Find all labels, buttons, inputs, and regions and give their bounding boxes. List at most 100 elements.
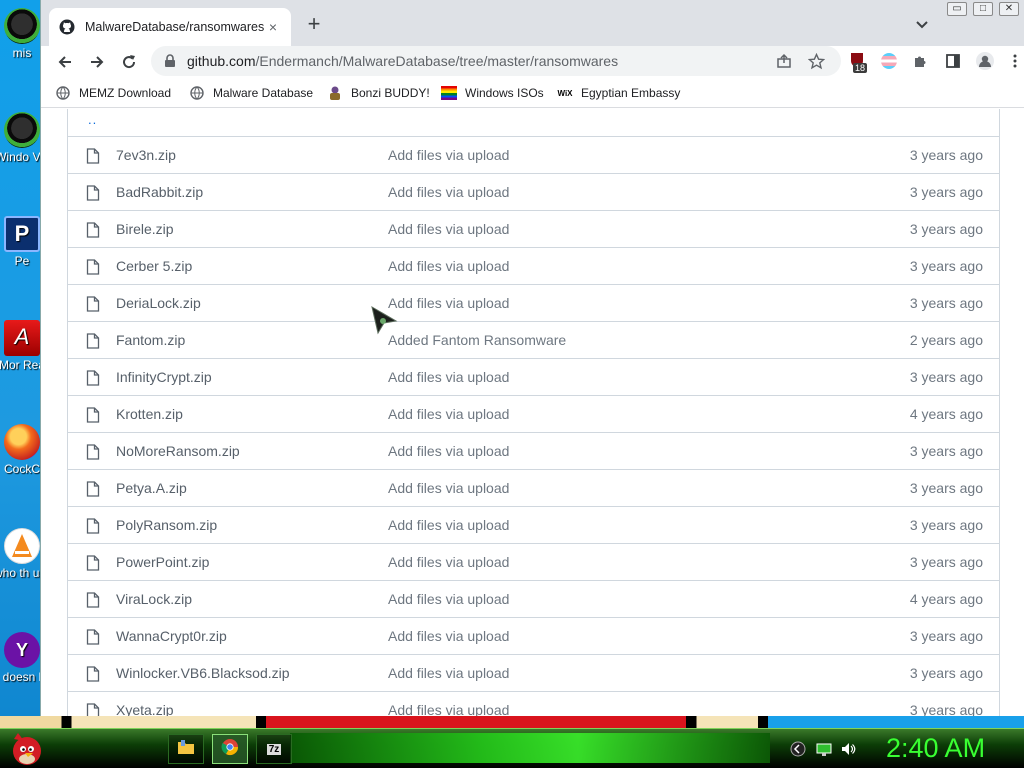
commit-age: 3 years ago — [909, 221, 983, 237]
file-name-link[interactable]: DeriaLock.zip — [116, 295, 201, 311]
commit-message-link[interactable]: Add files via upload — [388, 443, 509, 459]
file-icon — [86, 259, 100, 275]
desktop-icon-4[interactable]: A Mor Rea — [0, 320, 45, 372]
network-icon[interactable] — [816, 741, 832, 757]
desktop-icon-2[interactable]: Windo Vis — [0, 112, 49, 164]
menu-kebab-icon[interactable] — [1005, 51, 1024, 71]
new-tab-button[interactable]: + — [303, 13, 325, 36]
side-panel-icon[interactable] — [943, 51, 963, 71]
mouse-cursor-icon — [370, 305, 400, 335]
taskbar-explorer-button[interactable] — [168, 734, 204, 764]
bookmark-egyptian-embassy[interactable]: WiX Egyptian Embassy — [557, 84, 680, 102]
file-name-link[interactable]: Cerber 5.zip — [116, 258, 192, 274]
extensions-puzzle-icon[interactable] — [911, 51, 931, 71]
tab-strip: MalwareDatabase/ransomwares × + ▭ □ ✕ — [41, 0, 1024, 46]
firefox-icon — [4, 424, 40, 460]
tray-arrows-icon[interactable] — [790, 741, 806, 757]
desktop-icon-1[interactable]: mis — [0, 8, 44, 60]
file-row[interactable]: InfinityCrypt.zip Add files via upload 3 y… — [68, 359, 999, 396]
tab-search-chevron-icon[interactable] — [913, 16, 931, 34]
commit-message-link[interactable]: Add files via upload — [388, 184, 509, 200]
bookmark-bonzi-buddy[interactable]: Bonzi BUDDY! — [327, 84, 430, 102]
commit-message-link[interactable]: Add files via upload — [388, 221, 509, 237]
reload-button[interactable] — [117, 50, 141, 74]
commit-message-link[interactable]: Added Fantom Ransomware — [388, 332, 566, 348]
taskbar-7zip-button[interactable]: 7z — [256, 734, 292, 764]
bookmark-star-icon[interactable] — [807, 52, 825, 70]
file-row[interactable]: PowerPoint.zip Add files via upload 3 year… — [68, 544, 999, 581]
file-name-link[interactable]: Fantom.zip — [116, 332, 185, 348]
commit-message-link[interactable]: Add files via upload — [388, 258, 509, 274]
desktop-icon-7[interactable]: Y doesn l — [0, 632, 44, 684]
bookmark-memz-download[interactable]: MEMZ Download — [55, 84, 171, 102]
bookmark-malware-database[interactable]: Malware Database — [189, 84, 313, 102]
bookmarks-bar: MEMZ Download Malware Database Bonzi BUD… — [41, 78, 1024, 108]
commit-age: 3 years ago — [909, 295, 983, 311]
file-name-link[interactable]: Xyeta.zip — [116, 702, 174, 716]
tab-malware-database[interactable]: MalwareDatabase/ransomwares × — [49, 8, 291, 46]
tab-close-icon[interactable]: × — [265, 19, 281, 35]
file-name-link[interactable]: WannaCrypt0r.zip — [116, 628, 227, 644]
file-name-link[interactable]: Birele.zip — [116, 221, 174, 237]
share-icon[interactable] — [775, 52, 793, 70]
file-name-link[interactable]: ViraLock.zip — [116, 591, 192, 607]
file-icon — [86, 222, 100, 238]
commit-message-link[interactable]: Add files via upload — [388, 554, 509, 570]
file-row[interactable]: Winlocker.VB6.Blacksod.zip Add files via … — [68, 655, 999, 692]
desktop-icon-6[interactable]: who th uses — [0, 528, 50, 580]
file-row[interactable]: DeriaLock.zip Add files via upload 3 years… — [68, 285, 999, 322]
bonzi-icon — [327, 85, 343, 101]
bookmark-windows-isos[interactable]: Windows ISOs — [441, 84, 544, 102]
profile-avatar-icon[interactable] — [975, 51, 995, 71]
file-name-link[interactable]: InfinityCrypt.zip — [116, 369, 212, 385]
file-row[interactable]: BadRabbit.zip Add files via upload 3 years… — [68, 174, 999, 211]
file-row[interactable]: PolyRansom.zip Add files via upload 3 year… — [68, 507, 999, 544]
commit-message-link[interactable]: Add files via upload — [388, 369, 509, 385]
taskbar-chrome-button[interactable] — [212, 734, 248, 764]
parent-directory-link[interactable]: .. — [68, 109, 999, 137]
lock-icon[interactable] — [163, 54, 177, 68]
desktop-icon-5[interactable]: CockC — [0, 424, 44, 476]
volume-icon[interactable] — [840, 741, 856, 757]
commit-message-link[interactable]: Add files via upload — [388, 665, 509, 681]
file-name-link[interactable]: Petya.A.zip — [116, 480, 187, 496]
file-name-link[interactable]: Winlocker.VB6.Blacksod.zip — [116, 665, 290, 681]
file-row[interactable]: Xyeta.zip Add files via upload 3 years ago — [68, 692, 999, 716]
file-row[interactable]: Krotten.zip Add files via upload 4 years a… — [68, 396, 999, 433]
file-row[interactable]: ViraLock.zip Add files via upload 4 years … — [68, 581, 999, 618]
file-name-link[interactable]: BadRabbit.zip — [116, 184, 203, 200]
file-name-link[interactable]: PowerPoint.zip — [116, 554, 209, 570]
commit-message-link[interactable]: Add files via upload — [388, 702, 509, 716]
commit-message-link[interactable]: Add files via upload — [388, 517, 509, 533]
file-row[interactable]: Cerber 5.zip Add files via upload 3 years … — [68, 248, 999, 285]
pride-extension-icon[interactable] — [879, 51, 899, 71]
commit-message-link[interactable]: Add files via upload — [388, 406, 509, 422]
address-bar[interactable]: github.com/Endermanch/MalwareDatabase/tr… — [151, 46, 841, 76]
forward-button[interactable] — [85, 50, 109, 74]
desktop-icon-3[interactable]: P Pe — [0, 216, 44, 268]
commit-message-link[interactable]: Add files via upload — [388, 295, 509, 311]
file-row[interactable]: 7ev3n.zip Add files via upload 3 years ago — [68, 137, 999, 174]
commit-message-link[interactable]: Add files via upload — [388, 591, 509, 607]
file-row[interactable]: NoMoreRansom.zip Add files via upload 3 ye… — [68, 433, 999, 470]
extension-shield-icon[interactable]: 18 — [849, 51, 869, 73]
commit-message-link[interactable]: Add files via upload — [388, 628, 509, 644]
file-name-link[interactable]: PolyRansom.zip — [116, 517, 217, 533]
taskbar-clock[interactable]: 2:40 AM — [886, 733, 985, 764]
file-icon — [86, 370, 100, 386]
start-button[interactable] — [8, 729, 46, 768]
commit-message-link[interactable]: Add files via upload — [388, 480, 509, 496]
taskbar: 7z 2:40 AM — [0, 728, 1024, 768]
file-row[interactable]: Birele.zip Add files via upload 3 years ag… — [68, 211, 999, 248]
file-name-link[interactable]: 7ev3n.zip — [116, 147, 176, 163]
file-row[interactable]: Fantom.zip Added Fantom Ransomware 2 years… — [68, 322, 999, 359]
minimize-button[interactable]: ▭ — [947, 2, 967, 16]
close-window-button[interactable]: ✕ — [999, 2, 1019, 16]
file-row[interactable]: Petya.A.zip Add files via upload 3 years a… — [68, 470, 999, 507]
back-button[interactable] — [53, 50, 77, 74]
file-name-link[interactable]: Krotten.zip — [116, 406, 183, 422]
commit-message-link[interactable]: Add files via upload — [388, 147, 509, 163]
maximize-button[interactable]: □ — [973, 2, 993, 16]
file-name-link[interactable]: NoMoreRansom.zip — [116, 443, 240, 459]
file-row[interactable]: WannaCrypt0r.zip Add files via upload 3 ye… — [68, 618, 999, 655]
